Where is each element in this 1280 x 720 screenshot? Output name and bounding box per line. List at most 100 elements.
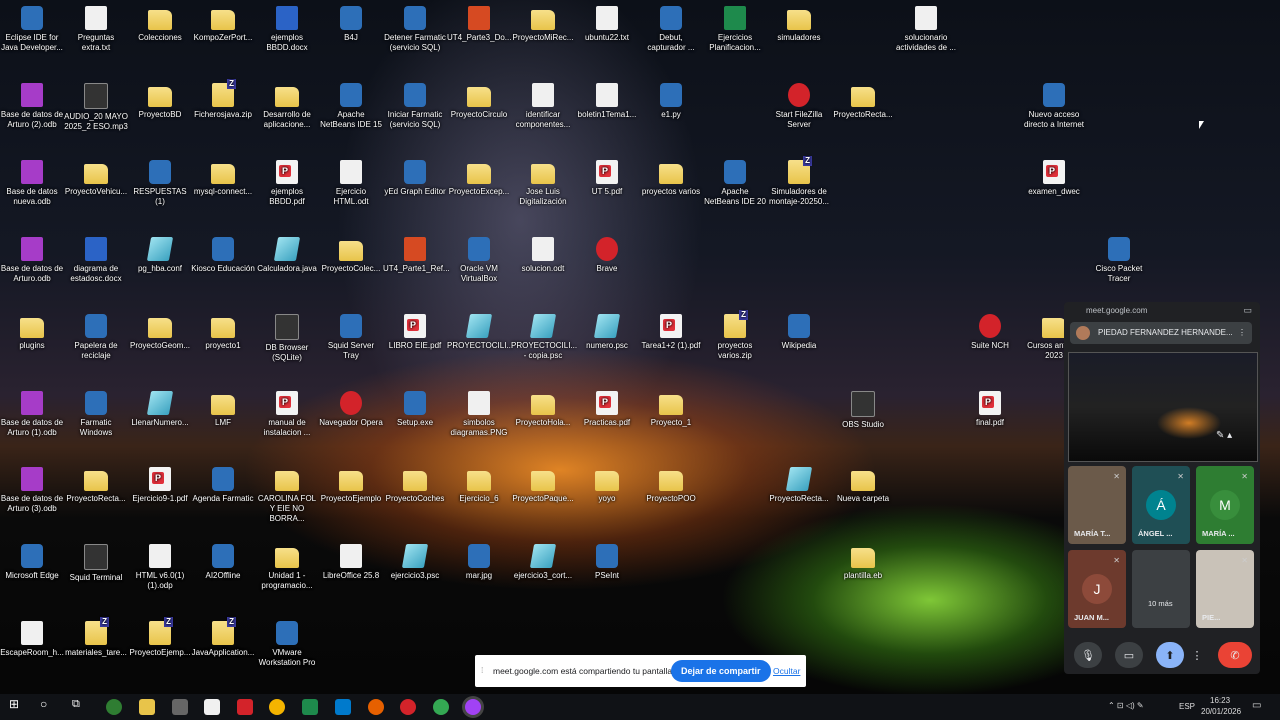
- desktop-icon[interactable]: ProyectoRecta...: [831, 81, 895, 120]
- desktop-icon[interactable]: Calculadora.java: [255, 235, 319, 274]
- desktop-icon[interactable]: Practicas.pdf: [575, 389, 639, 428]
- desktop-icon[interactable]: ProyectoMiRec...: [511, 4, 575, 43]
- desktop-icon[interactable]: PROYECTOCILI...: [447, 312, 513, 351]
- desktop-icon[interactable]: Tarea1+2 (1).pdf: [639, 312, 703, 351]
- desktop-icon[interactable]: ProyectoExcep...: [447, 158, 511, 197]
- desktop-icon[interactable]: Start FileZilla Server: [767, 81, 831, 130]
- desktop-icon[interactable]: Detener Farmatic (servicio SQL): [383, 4, 447, 53]
- desktop-icon[interactable]: Ejercicios Planificacion...: [703, 4, 767, 53]
- desktop-icon[interactable]: yoyo: [575, 465, 639, 504]
- desktop-icon[interactable]: ProyectoCirculo: [447, 81, 511, 120]
- desktop-icon[interactable]: simbolos diagramas.PNG: [447, 389, 511, 438]
- desktop-icon[interactable]: ejercicio3_cort...: [511, 542, 575, 581]
- desktop-icon[interactable]: Proyecto_1: [639, 389, 703, 428]
- desktop-icon[interactable]: Jose Luis Digitalización: [511, 158, 575, 207]
- desktop-icon[interactable]: Suite NCH: [958, 312, 1022, 351]
- desktop-icon[interactable]: yEd Graph Editor: [383, 158, 447, 197]
- desktop-icon[interactable]: materiales_tare...: [64, 617, 128, 658]
- present-button[interactable]: ⬆: [1156, 642, 1184, 668]
- desktop-icon[interactable]: ejercicio3.psc: [383, 542, 447, 581]
- desktop-icon[interactable]: Eclipse IDE for Java Developer...: [0, 4, 64, 53]
- desktop-icon[interactable]: Iniciar Farmatic (servicio SQL): [383, 81, 447, 130]
- desktop-icon[interactable]: Navegador Opera: [319, 389, 383, 428]
- camera-button[interactable]: ▭: [1115, 642, 1143, 668]
- desktop-icon[interactable]: mysql-connect...: [191, 158, 255, 197]
- microphone-button[interactable]: 🎙: [1074, 642, 1102, 668]
- desktop-icon[interactable]: LMF: [191, 389, 255, 428]
- desktop-icon[interactable]: examen_dwec: [1022, 158, 1086, 197]
- desktop-icon[interactable]: solucionario actividades de ...: [894, 4, 958, 53]
- desktop-icon[interactable]: KompoZerPort...: [191, 4, 255, 43]
- participant-tile[interactable]: 10 más: [1132, 550, 1190, 628]
- meet-app-icon[interactable]: [465, 699, 481, 715]
- desktop-icon[interactable]: HTML v6.0(1) (1).odp: [128, 542, 192, 591]
- desktop-icon[interactable]: ProyectoHola...: [511, 389, 575, 428]
- participant-tile[interactable]: Á ✕ ÁNGEL ...: [1132, 466, 1190, 544]
- desktop-icon[interactable]: AUDIO_20 MAYO 2025_2 ESO.mp3: [64, 81, 128, 132]
- desktop-icon[interactable]: B4J: [319, 4, 383, 43]
- file-explorer-icon[interactable]: [139, 699, 155, 715]
- desktop-icon[interactable]: Squid Server Tray: [319, 312, 383, 361]
- desktop-icon[interactable]: ProyectoBD: [128, 81, 192, 120]
- desktop-icon[interactable]: ProyectoPOO: [639, 465, 703, 504]
- desktop-icon[interactable]: Base de datos de Arturo (3).odb: [0, 465, 64, 514]
- desktop-icon[interactable]: RESPUESTAS (1): [128, 158, 192, 207]
- desktop-icon[interactable]: Papelera de reciclaje: [64, 312, 128, 361]
- desktop-icon[interactable]: LibreOffice 25.8: [319, 542, 383, 581]
- desktop-icon[interactable]: Apache NetBeans IDE 20: [703, 158, 767, 207]
- desktop-icon[interactable]: diagrama de estadosc.docx: [64, 235, 128, 284]
- desktop-icon[interactable]: ProyectoVehicu...: [64, 158, 128, 197]
- windows-start-icon[interactable]: ⊞: [9, 697, 25, 713]
- desktop-icon[interactable]: plantilla.eb: [831, 542, 895, 581]
- desktop-icon[interactable]: mar.jpg: [447, 542, 511, 581]
- desktop-icon[interactable]: PSeInt: [575, 542, 639, 581]
- participant-tile[interactable]: ✕ MARÍA T...: [1068, 466, 1126, 544]
- desktop-icon[interactable]: DB Browser (SQLite): [255, 312, 319, 363]
- desktop-icon[interactable]: ProyectoRecta...: [767, 465, 831, 504]
- app-icon[interactable]: [302, 699, 318, 715]
- desktop-icon[interactable]: numero.psc: [575, 312, 639, 351]
- desktop-icon[interactable]: ProyectoCoches: [383, 465, 447, 504]
- tray-icons[interactable]: ⌃ ⊡ ◁) ✎: [1108, 701, 1144, 710]
- desktop-icon[interactable]: proyectos varios.zip: [703, 310, 767, 361]
- more-options-button[interactable]: ⋮: [1190, 642, 1204, 668]
- desktop-icon[interactable]: Ejercicio HTML.odt: [319, 158, 383, 207]
- language-indicator[interactable]: ESP: [1179, 702, 1195, 711]
- chrome-icon[interactable]: [269, 699, 285, 715]
- desktop-icon[interactable]: Oracle VM VirtualBox: [447, 235, 511, 284]
- desktop-icon[interactable]: manual de instalacion ...: [255, 389, 319, 438]
- desktop-icon[interactable]: Simuladores de montaje-20250...: [767, 156, 831, 207]
- desktop-icon[interactable]: proyecto1: [191, 312, 255, 351]
- chrome-icon[interactable]: [433, 699, 449, 715]
- desktop-icon[interactable]: Unidad 1 - programacio...: [255, 542, 319, 591]
- desktop-icon[interactable]: JavaApplication...: [191, 617, 255, 658]
- desktop-icon[interactable]: Ejercicio_6: [447, 465, 511, 504]
- desktop-icon[interactable]: OBS Studio: [831, 389, 895, 430]
- participant-tile[interactable]: M ✕ MARÍA ...: [1196, 466, 1254, 544]
- desktop-icon[interactable]: Base de datos nueva.odb: [0, 158, 64, 207]
- app-icon[interactable]: [172, 699, 188, 715]
- desktop-icon[interactable]: proyectos varios: [639, 158, 703, 197]
- desktop-icon[interactable]: AI2Offline: [191, 542, 255, 581]
- desktop-icon[interactable]: Kiosco Educación: [191, 235, 255, 274]
- opera-icon[interactable]: [400, 699, 416, 715]
- desktop-icon[interactable]: Squid Terminal: [64, 542, 128, 583]
- desktop-icon[interactable]: EscapeRoom_h...: [0, 619, 64, 658]
- desktop-icon[interactable]: Debut, capturador ...: [639, 4, 703, 53]
- desktop-icon[interactable]: UT 5.pdf: [575, 158, 639, 197]
- desktop-icon[interactable]: UT4_Parte1_Ref...: [383, 235, 450, 274]
- search-icon[interactable]: ○: [40, 697, 56, 713]
- desktop-icon[interactable]: Microsoft Edge: [0, 542, 64, 581]
- close-icon[interactable]: ▭: [1243, 305, 1252, 316]
- desktop-icon[interactable]: Nueva carpeta: [831, 465, 895, 504]
- desktop-icon[interactable]: LlenarNumero...: [128, 389, 192, 428]
- desktop-icon[interactable]: Preguntas extra.txt: [64, 4, 128, 53]
- desktop-icon[interactable]: PROYECTOCILI... - copia.psc: [511, 312, 577, 361]
- desktop-icon[interactable]: ProyectoRecta...: [64, 465, 128, 504]
- desktop-icon[interactable]: ProyectoEjemplo: [319, 465, 383, 504]
- desktop-icon[interactable]: Agenda Farmatic: [191, 465, 255, 504]
- desktop-icon[interactable]: Cisco Packet Tracer: [1087, 235, 1151, 284]
- annotate-icon[interactable]: ✎ ▴: [1216, 430, 1232, 441]
- stop-sharing-button[interactable]: Dejar de compartir: [671, 660, 771, 682]
- vscode-icon[interactable]: [335, 699, 351, 715]
